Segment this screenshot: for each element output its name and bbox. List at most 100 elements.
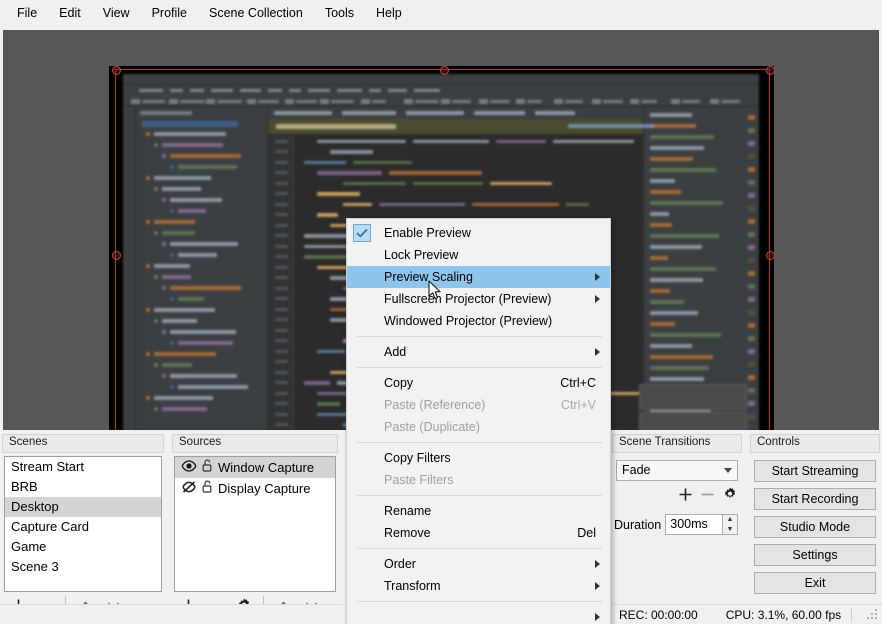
menu-tools[interactable]: Tools xyxy=(314,3,365,24)
scene-item-desktop[interactable]: Desktop xyxy=(5,497,161,517)
context-menu-label: Enable Preview xyxy=(384,226,471,240)
capture-toast-2 xyxy=(639,412,747,430)
context-menu-label: Add xyxy=(384,345,406,359)
controls-dock-title: Controls xyxy=(750,434,880,453)
context-menu-item-lock-preview[interactable]: Lock Preview xyxy=(347,244,610,266)
context-menu-item-scale-filtering[interactable] xyxy=(347,606,610,624)
scenes-dock: Scenes Stream Start BRB Desktop Capture … xyxy=(0,434,166,624)
context-menu-separator xyxy=(357,336,602,337)
menu-view[interactable]: View xyxy=(92,3,141,24)
transition-buttons xyxy=(678,486,738,507)
scenes-dock-title: Scenes xyxy=(2,434,164,453)
transition-select[interactable]: Fade xyxy=(616,460,738,481)
controls-dock: Controls Start Streaming Start Recording… xyxy=(748,434,882,624)
source-item-window-capture[interactable]: Window Capture xyxy=(175,457,335,478)
submenu-arrow-icon xyxy=(595,582,600,590)
obs-main-window: File Edit View Profile Scene Collection … xyxy=(0,0,882,624)
context-menu-item-enable-preview[interactable]: Enable Preview xyxy=(347,222,610,244)
context-menu-label: Remove xyxy=(384,526,431,540)
stepper-down-icon[interactable]: ▼ xyxy=(723,525,737,535)
scenes-list[interactable]: Stream Start BRB Desktop Capture Card Ga… xyxy=(4,456,162,592)
transition-duration-value: 300ms xyxy=(670,517,708,531)
resize-handle-middle-right xyxy=(766,251,775,260)
context-menu-label: Order xyxy=(384,557,416,571)
context-menu-separator xyxy=(357,367,602,368)
submenu-arrow-icon xyxy=(595,295,600,303)
source-item-label: Display Capture xyxy=(218,481,311,497)
resize-handle-middle-left xyxy=(112,251,121,260)
start-streaming-button[interactable]: Start Streaming xyxy=(754,460,876,482)
resize-grip[interactable] xyxy=(867,609,879,621)
context-menu-item-preview-scaling[interactable]: Preview Scaling xyxy=(347,266,610,288)
source-item-display-capture[interactable]: Display Capture xyxy=(175,478,335,499)
menu-help[interactable]: Help xyxy=(365,3,413,24)
resize-handle-top-center xyxy=(440,66,449,75)
sources-dock: Sources Window Cap xyxy=(170,434,340,624)
status-separator-right xyxy=(851,608,852,622)
settings-button[interactable]: Settings xyxy=(754,544,876,566)
transition-select-value: Fade xyxy=(622,463,651,477)
transition-properties-gear-icon[interactable] xyxy=(722,486,738,507)
transition-duration-input[interactable]: 300ms ▲ ▼ xyxy=(665,514,738,535)
context-menu-label: Lock Preview xyxy=(384,248,458,262)
eye-visible-icon[interactable] xyxy=(181,460,197,476)
context-menu-separator xyxy=(357,601,602,602)
context-menu-item-paste-filters: Paste Filters xyxy=(347,469,610,491)
duration-stepper[interactable]: ▲ ▼ xyxy=(722,515,737,534)
cpu-status: CPU: 3.1%, 60.00 fps xyxy=(726,608,841,622)
source-item-label: Window Capture xyxy=(218,460,314,476)
context-menu-item-transform[interactable]: Transform xyxy=(347,575,610,597)
menu-edit[interactable]: Edit xyxy=(48,3,92,24)
capture-toast-1 xyxy=(639,384,747,410)
scene-item-game[interactable]: Game xyxy=(5,537,161,557)
chevron-down-icon xyxy=(724,468,732,473)
lock-open-icon[interactable] xyxy=(202,480,213,497)
scene-item-capture-card[interactable]: Capture Card xyxy=(5,517,161,537)
context-menu-label: Copy xyxy=(384,376,413,390)
context-menu-item-copy[interactable]: Copy Ctrl+C xyxy=(347,372,610,394)
menu-profile[interactable]: Profile xyxy=(141,3,198,24)
checkmark-icon xyxy=(353,224,371,242)
scene-item-stream-start[interactable]: Stream Start xyxy=(5,457,161,477)
context-menu-separator xyxy=(357,548,602,549)
context-menu-item-windowed-projector[interactable]: Windowed Projector (Preview) xyxy=(347,310,610,332)
resize-handle-top-left xyxy=(112,66,121,75)
eye-hidden-icon[interactable] xyxy=(181,481,197,497)
context-menu-label: Copy Filters xyxy=(384,451,451,465)
context-menu-item-paste-duplicate: Paste (Duplicate) xyxy=(347,416,610,438)
context-menu-item-fullscreen-projector[interactable]: Fullscreen Projector (Preview) xyxy=(347,288,610,310)
menu-file[interactable]: File xyxy=(6,3,48,24)
sources-list[interactable]: Window Capture D xyxy=(174,456,336,592)
exit-button[interactable]: Exit xyxy=(754,572,876,594)
scene-item-brb[interactable]: BRB xyxy=(5,477,161,497)
transition-duration-label: Duration xyxy=(614,518,661,532)
submenu-arrow-icon xyxy=(595,613,600,621)
menu-scene-collection[interactable]: Scene Collection xyxy=(198,3,314,24)
context-menu-item-order[interactable]: Order xyxy=(347,553,610,575)
recording-time-status: REC: 00:00:00 xyxy=(619,608,698,622)
submenu-arrow-icon xyxy=(595,560,600,568)
context-menu-label: Paste Filters xyxy=(384,473,453,487)
resize-handle-top-right xyxy=(766,66,775,75)
add-transition-button[interactable] xyxy=(678,487,693,507)
context-menu-label: Fullscreen Projector (Preview) xyxy=(384,292,551,306)
context-menu-separator xyxy=(357,442,602,443)
stepper-up-icon[interactable]: ▲ xyxy=(723,515,737,525)
scene-item-scene-3[interactable]: Scene 3 xyxy=(5,557,161,577)
lock-open-icon[interactable] xyxy=(202,459,213,476)
context-menu-label: Paste (Duplicate) xyxy=(384,420,480,434)
menu-bar: File Edit View Profile Scene Collection … xyxy=(0,0,882,27)
start-recording-button[interactable]: Start Recording xyxy=(754,488,876,510)
remove-transition-button[interactable] xyxy=(700,487,715,507)
studio-mode-button[interactable]: Studio Mode xyxy=(754,516,876,538)
context-menu-item-copy-filters[interactable]: Copy Filters xyxy=(347,447,610,469)
context-menu-label: Transform xyxy=(384,579,441,593)
context-menu-label: Windowed Projector (Preview) xyxy=(384,314,552,328)
submenu-arrow-icon xyxy=(595,348,600,356)
preview-context-menu[interactable]: Enable Preview Lock Preview Preview Scal… xyxy=(346,218,611,624)
context-menu-item-rename[interactable]: Rename xyxy=(347,500,610,522)
context-menu-item-remove[interactable]: Remove Del xyxy=(347,522,610,544)
transition-duration-row: Duration 300ms ▲ ▼ xyxy=(614,514,738,535)
context-menu-shortcut: Ctrl+V xyxy=(561,398,596,412)
context-menu-item-add[interactable]: Add xyxy=(347,341,610,363)
